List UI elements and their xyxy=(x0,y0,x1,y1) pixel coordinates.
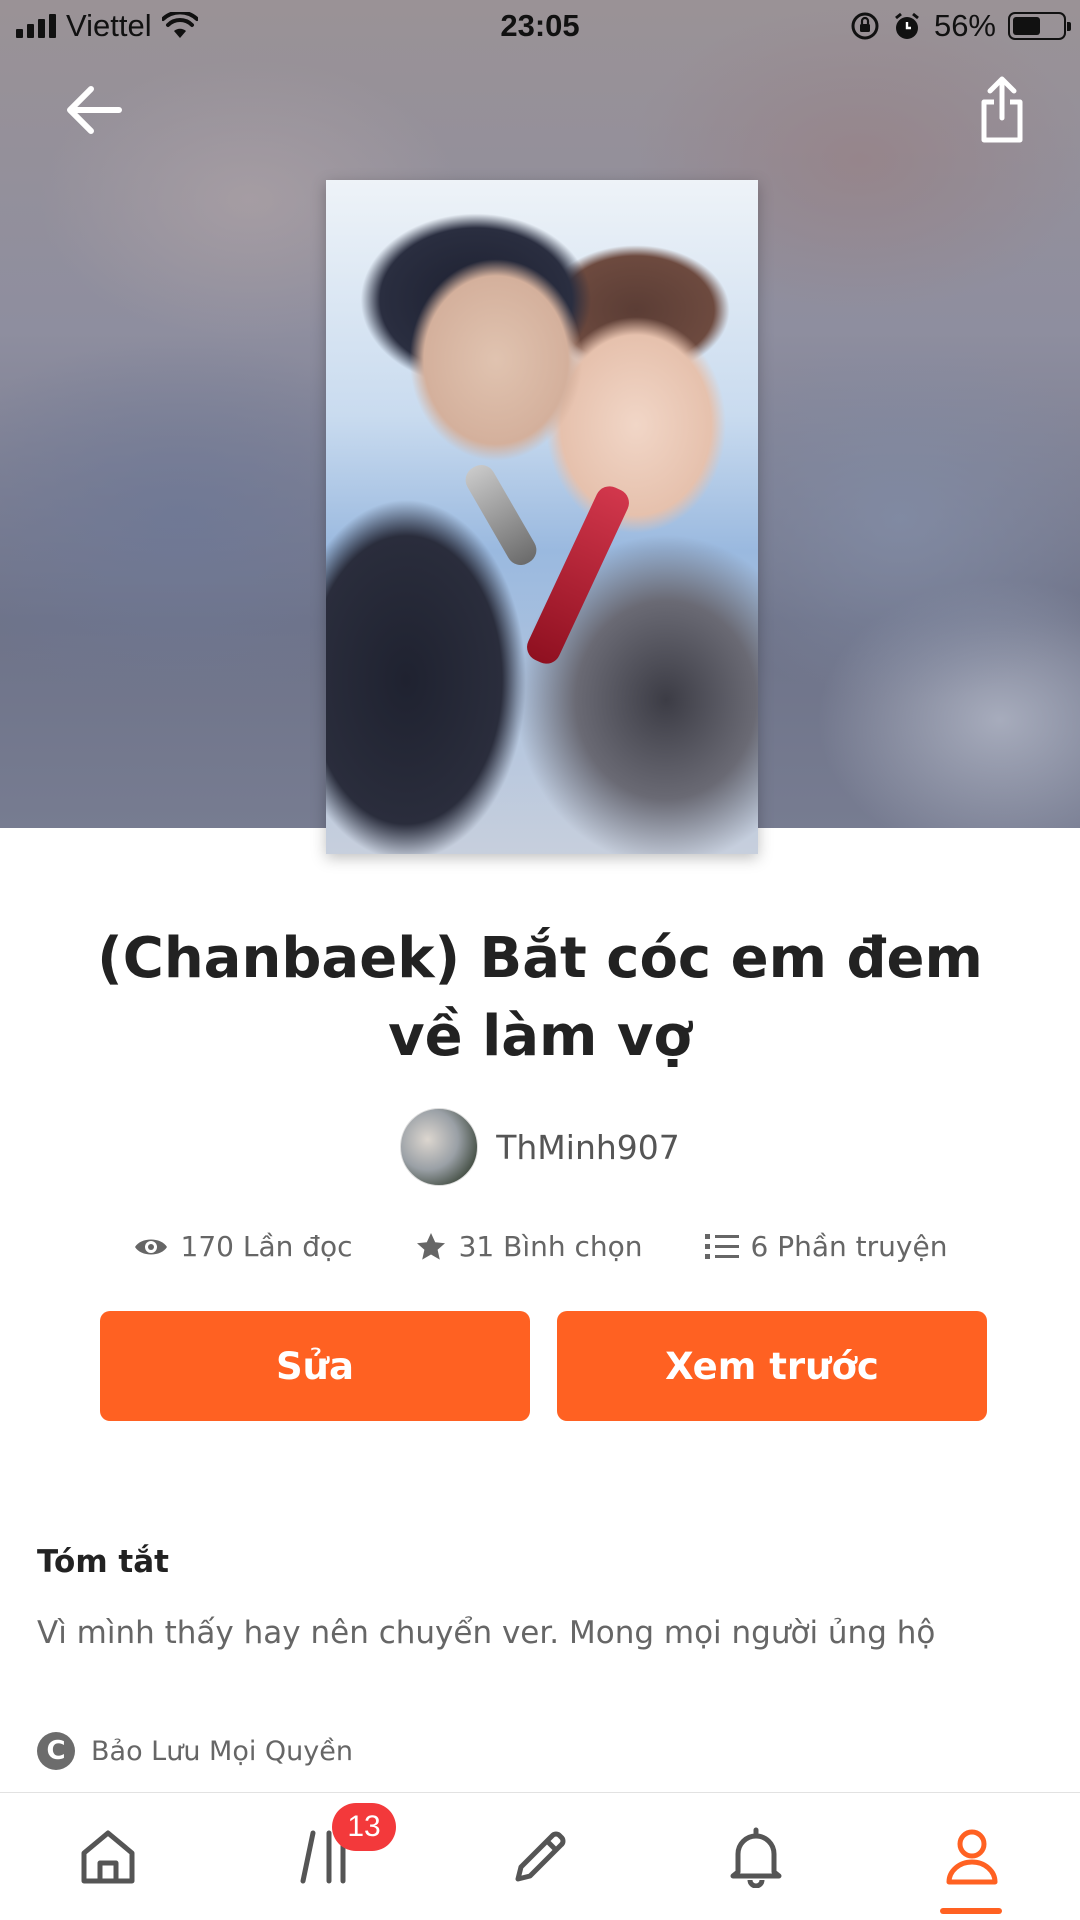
battery-icon xyxy=(1008,12,1071,40)
list-icon xyxy=(704,1233,739,1259)
rotation-lock-icon xyxy=(851,12,879,40)
star-icon xyxy=(416,1232,445,1260)
active-tab-indicator xyxy=(940,1908,1002,1914)
share-icon xyxy=(981,76,1023,143)
stat-reads: 170 Lần đọc xyxy=(133,1230,353,1263)
arrow-left-icon xyxy=(67,86,122,134)
author-avatar[interactable] xyxy=(400,1108,479,1186)
battery-level xyxy=(1013,17,1040,35)
story-stats: 170 Lần đọc 31 Bình chọn 6 Phần truyện xyxy=(0,1230,1080,1263)
tab-notifications[interactable] xyxy=(648,1793,864,1920)
copyright-row: C Bảo Lưu Mọi Quyền xyxy=(37,1732,353,1770)
tab-library[interactable]: 13 xyxy=(216,1793,432,1920)
bottom-tab-bar: 13 xyxy=(0,1792,1080,1920)
tab-write[interactable] xyxy=(432,1793,648,1920)
profile-icon xyxy=(946,1829,998,1885)
tab-profile[interactable] xyxy=(864,1793,1080,1920)
stat-parts: 6 Phần truyện xyxy=(704,1230,948,1263)
summary-text: Vì mình thấy hay nên chuyển ver. Mong mọ… xyxy=(37,1615,936,1651)
edit-button[interactable]: Sửa xyxy=(100,1311,530,1421)
cover-microphone-left xyxy=(460,459,542,571)
library-badge: 13 xyxy=(332,1803,396,1851)
share-button[interactable] xyxy=(962,70,1042,150)
author-name[interactable]: ThMinh907 xyxy=(496,1128,680,1167)
pencil-icon xyxy=(515,1831,566,1882)
battery-percent: 56% xyxy=(933,8,996,43)
cover-microphone-right xyxy=(522,481,634,669)
stat-votes: 31 Bình chọn xyxy=(415,1230,643,1263)
story-title: (Chanbaek) Bắt cóc em đem về làm vợ xyxy=(97,926,983,1069)
status-right: 56% xyxy=(850,8,1071,44)
story-cover-image xyxy=(326,180,758,854)
copyright-icon: C xyxy=(37,1732,75,1770)
copyright-label: Bảo Lưu Mọi Quyền xyxy=(91,1735,353,1767)
tab-home[interactable] xyxy=(0,1793,216,1920)
stat-parts-label: 6 Phần truyện xyxy=(750,1230,948,1263)
status-bar: Viettel 23:05 56% xyxy=(0,0,1080,54)
stat-votes-label: 31 Bình chọn xyxy=(458,1230,643,1263)
back-button[interactable] xyxy=(54,70,134,150)
summary-heading: Tóm tắt xyxy=(37,1544,169,1580)
stat-reads-label: 170 Lần đọc xyxy=(180,1230,353,1263)
bell-icon xyxy=(730,1827,782,1888)
eye-icon xyxy=(134,1239,167,1254)
preview-button[interactable]: Xem trước xyxy=(557,1311,987,1421)
author-row[interactable]: ThMinh907 xyxy=(0,1108,1080,1186)
home-icon xyxy=(81,1830,135,1884)
alarm-icon xyxy=(895,12,919,39)
